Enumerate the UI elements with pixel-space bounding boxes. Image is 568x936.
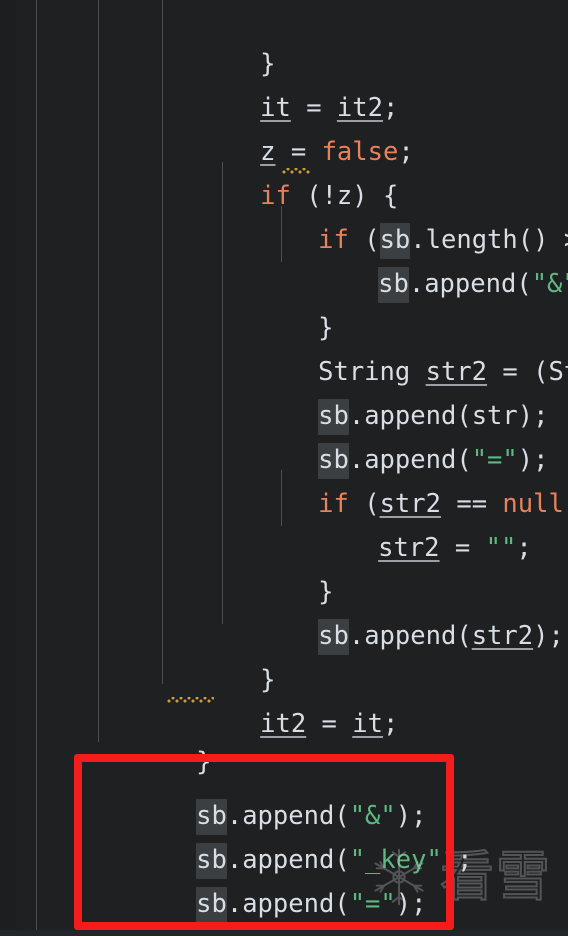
token-dot: . [408, 269, 425, 299]
code-line[interactable]: if (str2 == null) { [226, 438, 568, 519]
token-paren-close: ) [533, 621, 549, 651]
code-content[interactable]: } it = it2; z = false; if (!z) { if (sb.… [0, 0, 568, 936]
token-assign: = [321, 709, 337, 739]
code-line[interactable]: sb.append("="); [104, 838, 426, 923]
code-line[interactable]: it = it2; [168, 42, 398, 123]
token-method-append: append [364, 621, 457, 651]
token-var-str2: str2 [378, 533, 440, 563]
code-line[interactable]: } [226, 526, 333, 607]
code-editor-screenshot: } it = it2; z = false; if (!z) { if (sb.… [0, 0, 568, 936]
token-semicolon: ; [457, 845, 473, 875]
code-line[interactable]: sb.append("="); [226, 394, 548, 479]
token-paren-close: ) [564, 489, 568, 519]
token-var-sb: sb [318, 619, 349, 655]
code-line[interactable]: sb.append("&"); [286, 218, 568, 303]
token-string-empty: "" [485, 533, 517, 563]
code-line[interactable]: str2 = ""; [286, 482, 532, 563]
warning-squiggle [167, 697, 214, 703]
code-line[interactable]: } [226, 262, 333, 343]
token-var-it2: it2 [260, 709, 307, 739]
token-dot: . [348, 621, 365, 651]
token-paren-close: ) [441, 845, 458, 875]
code-line[interactable]: } [168, 614, 275, 695]
code-line[interactable]: sb.append(str); [226, 350, 548, 435]
token-var-str2: str2 [471, 621, 534, 651]
token-assign: = [454, 533, 471, 563]
bottom-edge-strip [0, 930, 568, 936]
token-semicolon: ; [382, 709, 399, 739]
code-line[interactable]: sb.append("&"); [104, 750, 426, 835]
token-string-amp: "&" [531, 269, 568, 299]
token-semicolon: ; [548, 621, 564, 651]
token-var-it: it [352, 709, 383, 739]
token-semicolon: ; [516, 533, 532, 563]
code-line[interactable]: sb.append(c0.f91068b); [104, 882, 534, 936]
code-line[interactable]: String str2 = (String) [226, 306, 568, 387]
token-method-append: append [424, 269, 517, 299]
token-var-sb: sb [378, 267, 409, 303]
token-paren-open: ( [516, 269, 532, 299]
code-line[interactable]: if (sb.length() > 0) { [226, 174, 568, 259]
token-paren-open: ( [456, 621, 472, 651]
token-semicolon: ; [398, 137, 414, 167]
warning-squiggle [282, 168, 310, 174]
code-line[interactable]: sb.append("_key"); [104, 794, 473, 879]
code-line[interactable]: sb.append(str2); [226, 570, 564, 655]
code-line[interactable]: } [168, 0, 275, 79]
code-line[interactable]: z = false; [168, 86, 414, 167]
